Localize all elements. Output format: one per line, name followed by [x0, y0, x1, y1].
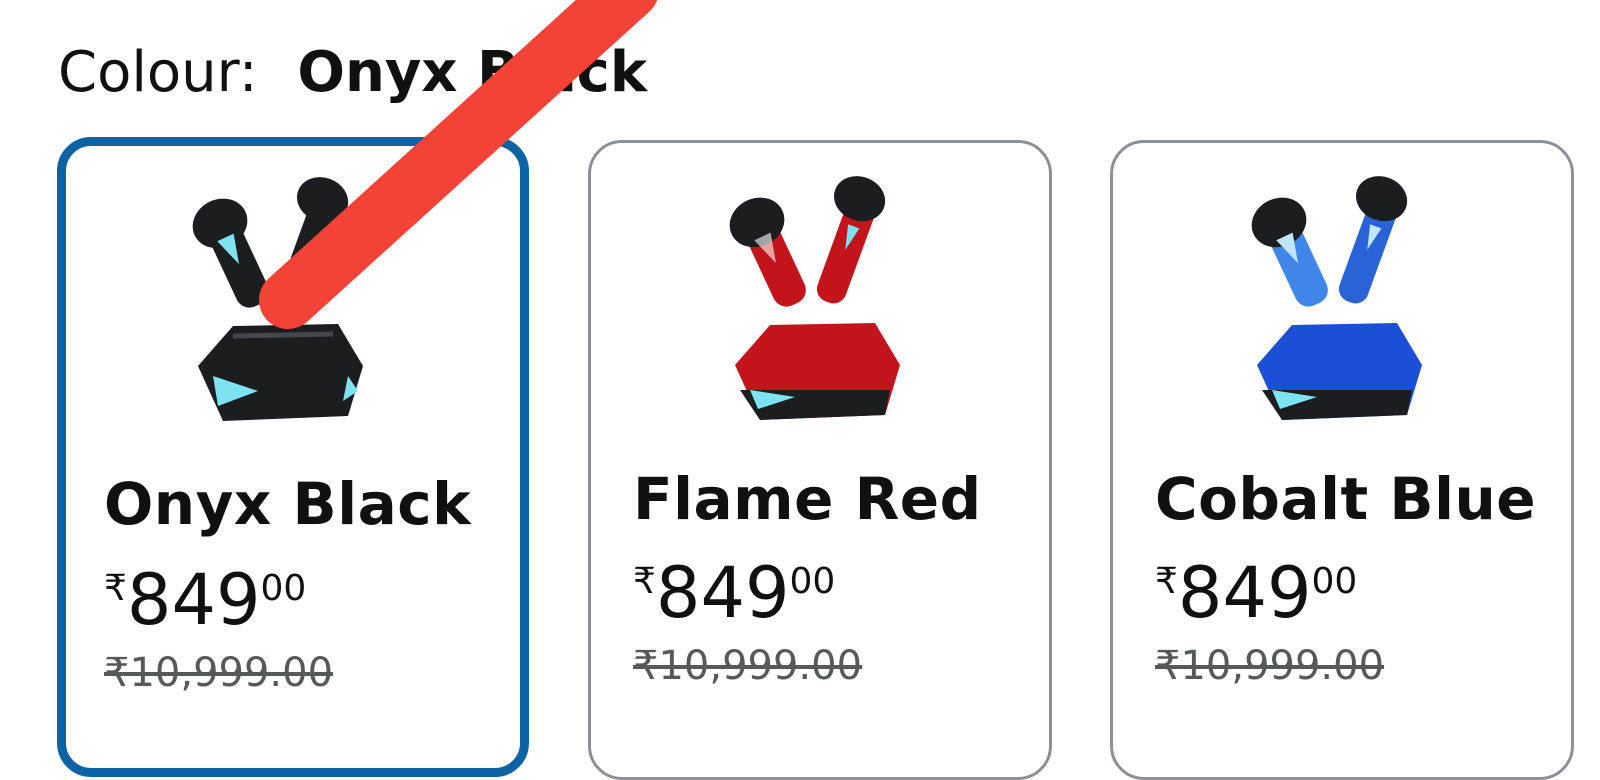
variant-name: Cobalt Blue: [1155, 465, 1537, 533]
currency-symbol: ₹: [1155, 561, 1178, 602]
variant-card-cobalt-blue[interactable]: Cobalt Blue ₹84900 ₹10,999.00: [1110, 140, 1574, 780]
variant-name: Flame Red: [633, 465, 982, 533]
colour-label: Colour:: [58, 40, 258, 105]
earbuds-image-flame-red: [729, 176, 900, 420]
selected-colour-value: Onyx Black: [297, 40, 648, 105]
price-fraction: 00: [260, 568, 307, 609]
earbuds-image-onyx-black: [192, 177, 363, 421]
price-whole: 849: [655, 552, 790, 634]
colour-selector-heading: Colour: Onyx Black: [58, 38, 647, 108]
variant-card-flame-red[interactable]: Flame Red ₹84900 ₹10,999.00: [588, 140, 1052, 780]
earbuds-image-cobalt-blue: [1251, 176, 1422, 420]
variant-name: Onyx Black: [104, 470, 472, 538]
variant-mrp: ₹10,999.00: [1155, 643, 1385, 689]
variant-price: ₹84900: [633, 553, 835, 633]
variant-price: ₹84900: [104, 560, 306, 640]
price-fraction: 00: [789, 561, 836, 602]
variant-price: ₹84900: [1155, 553, 1357, 633]
price-whole: 849: [1177, 552, 1312, 634]
price-whole: 849: [126, 559, 261, 641]
price-fraction: 00: [1311, 561, 1358, 602]
variant-card-onyx-black[interactable]: Onyx Black ₹84900 ₹10,999.00: [57, 137, 529, 777]
variant-mrp: ₹10,999.00: [633, 643, 863, 689]
variant-mrp: ₹10,999.00: [104, 650, 334, 696]
currency-symbol: ₹: [633, 561, 656, 602]
currency-symbol: ₹: [104, 568, 127, 609]
